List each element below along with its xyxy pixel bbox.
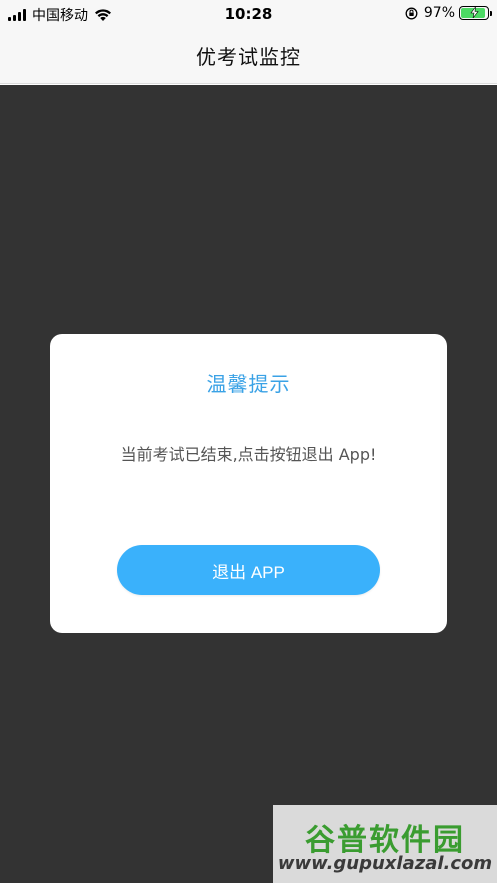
nav-bar: 优考试监控 [0,28,497,84]
battery-icon [459,6,492,20]
dialog-message: 当前考试已结束,点击按钮退出 App! [120,445,377,464]
watermark: 谷普软件园 www.gupuxlazal.com [273,805,497,883]
page-title: 优考试监控 [196,45,301,69]
dialog-title: 温馨提示 [206,372,291,396]
orientation-lock-icon [405,7,418,19]
charging-bolt-icon [470,7,479,18]
exit-app-button[interactable]: 退出 APP [117,545,380,595]
status-right: 97% [405,5,492,21]
status-bar: 中国移动 10:28 97% [0,0,497,28]
watermark-url: www.gupuxlazal.com [277,853,493,874]
battery-percent: 97% [423,5,455,21]
alert-dialog: 温馨提示 当前考试已结束,点击按钮退出 App! 退出 APP [50,334,447,633]
battery-cap [490,11,492,16]
